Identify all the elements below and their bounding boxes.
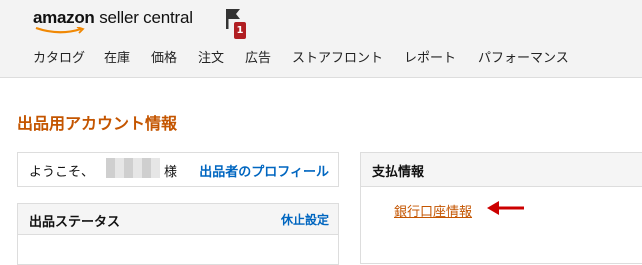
redacted-seller-name [106, 158, 160, 178]
seller-profile-link[interactable]: 出品者のプロフィール [199, 161, 329, 180]
nav-item-storefront[interactable]: ストアフロント [292, 47, 383, 66]
vacation-settings-link[interactable]: 休止設定 [281, 211, 329, 228]
listing-status-header: 出品ステータス 休止設定 [18, 204, 338, 235]
listing-status-title: 出品ステータス [29, 215, 121, 230]
page-title: 出品用アカウント情報 [17, 114, 178, 133]
nav-item-inventory[interactable]: 在庫 [104, 47, 130, 66]
payment-info-header: 支払情報 [361, 153, 642, 187]
listing-status-panel: 出品ステータス 休止設定 [17, 203, 339, 265]
top-navigation-bar: amazon seller central 1 カタログ 在庫 価格 注文 広告… [0, 0, 642, 78]
payment-info-title: 支払情報 [372, 165, 425, 180]
nav-item-performance[interactable]: パフォーマンス [478, 47, 569, 66]
logo-brand-text: amazon [33, 8, 95, 27]
nav-item-advertising[interactable]: 広告 [245, 47, 271, 66]
nav-item-reports[interactable]: レポート [404, 47, 456, 66]
nav-item-catalog[interactable]: カタログ [33, 47, 85, 66]
amazon-seller-central-logo[interactable]: amazon seller central [33, 8, 193, 38]
bank-account-info-link[interactable]: 銀行口座情報 [394, 201, 472, 220]
welcome-greeting: ようこそ、 [29, 165, 95, 180]
arrow-left-icon [487, 201, 524, 215]
nav-item-orders[interactable]: 注文 [198, 47, 224, 66]
logo-product-text: seller central [99, 8, 193, 27]
welcome-panel: ようこそ、 様 出品者のプロフィール [17, 152, 339, 187]
nav-item-pricing[interactable]: 価格 [151, 47, 177, 66]
notification-count-badge: 1 [234, 22, 246, 39]
welcome-honorific: 様 [164, 165, 178, 180]
payment-info-panel: 支払情報 銀行口座情報 [360, 152, 642, 264]
amazon-smile-icon [35, 27, 85, 34]
notifications-flag-button[interactable]: 1 [225, 8, 249, 42]
